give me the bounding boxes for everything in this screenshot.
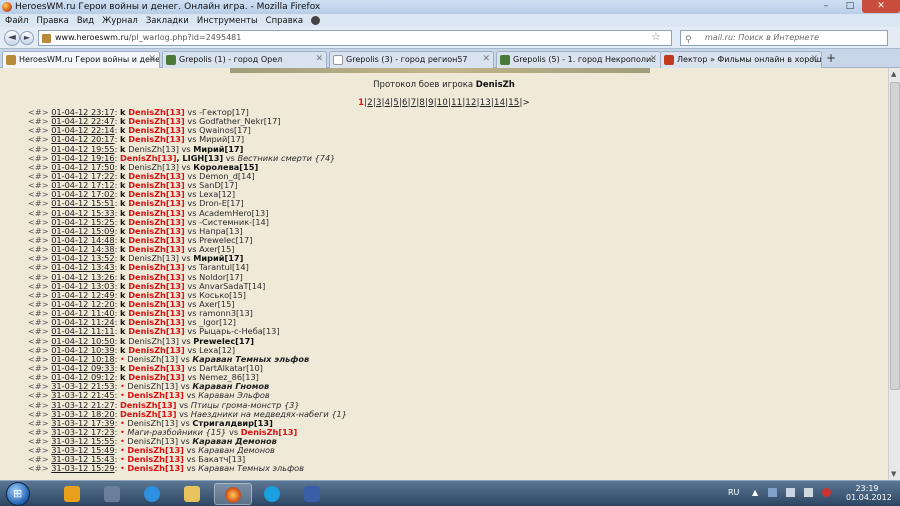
clock-time: 23:19 xyxy=(855,484,879,493)
windows-taskbar: ⊞ RU ▲ 23:19 01.04.2012 xyxy=(0,480,900,506)
close-window-button[interactable]: ✕ xyxy=(862,0,900,13)
folder-icon xyxy=(184,486,200,502)
start-button[interactable]: ⊞ xyxy=(6,482,30,506)
monster-name: Караван Темных эльфов xyxy=(198,463,304,474)
menu-view[interactable]: Вид xyxy=(77,16,94,26)
taskbar-media-player[interactable] xyxy=(54,483,92,505)
menu-help[interactable]: Справка xyxy=(266,16,303,26)
search-placeholder: mail.ru: Поиск в Интернете xyxy=(705,33,820,42)
tab-close-icon[interactable]: ✕ xyxy=(810,52,818,67)
window-titlebar: HeroesWM.ru Герои войны и денег. Онлайн … xyxy=(0,0,900,14)
menu-history[interactable]: Журнал xyxy=(102,16,138,26)
log-row: <#> 31-03-12 15:29: • DenisZh[13] vs Кар… xyxy=(28,463,304,474)
tab-close-icon[interactable]: ✕ xyxy=(148,52,156,67)
battle-date-link[interactable]: 31-03-12 15:29 xyxy=(51,463,114,473)
tab-grepolis-3[interactable]: Grepolis (3) - город регион57 ✕ xyxy=(329,51,494,68)
log-row-prefix[interactable]: <#> xyxy=(28,463,49,473)
tab-close-icon[interactable]: ✕ xyxy=(315,52,323,67)
tab-close-icon[interactable]: ✕ xyxy=(649,52,657,67)
page-link[interactable]: 15 xyxy=(508,98,519,108)
forward-button[interactable]: ► xyxy=(20,31,34,45)
battle-log: <#> 01-04-12 23:17: k DenisZh[13] vs -Ге… xyxy=(28,107,888,474)
navigation-bar: ◄ ► www.heroeswm.ru/pl_warlog.php?id=249… xyxy=(0,27,900,49)
ie-icon xyxy=(144,486,160,502)
windows-logo-icon: ⊞ xyxy=(13,487,23,500)
tab-label: Лектор » Фильмы онлайн в хорошe... xyxy=(677,55,822,64)
vertical-scrollbar[interactable]: ▲ ▼ xyxy=(888,68,900,480)
minimize-button[interactable]: – xyxy=(814,0,838,13)
search-icon: ⚲ xyxy=(685,35,692,45)
url-host: www.heroeswm.ru xyxy=(55,33,129,42)
back-button[interactable]: ◄ xyxy=(4,30,20,46)
tab-label: Grepolis (3) - город регион57 xyxy=(346,55,468,64)
skype-icon xyxy=(264,486,280,502)
tab-lektor[interactable]: Лектор » Фильмы онлайн в хорошe... ✕ xyxy=(660,51,822,68)
tab-grepolis-5[interactable]: Grepolis (5) - 1. город Некрополис ✕ xyxy=(496,51,661,68)
firefox-icon xyxy=(225,487,241,503)
clock[interactable]: 23:19 01.04.2012 xyxy=(846,484,892,502)
url-path: /pl_warlog.php?id=2495481 xyxy=(128,33,242,42)
tray-expand-icon[interactable]: ▲ xyxy=(752,488,758,497)
new-tab-button[interactable]: + xyxy=(826,51,836,65)
scroll-up-icon[interactable]: ▲ xyxy=(891,70,896,78)
media-player-icon xyxy=(64,486,80,502)
address-bar[interactable]: www.heroeswm.ru/pl_warlog.php?id=2495481 xyxy=(38,30,672,46)
taskbar-app-2[interactable] xyxy=(94,483,132,505)
page-title: Протокол боев игрока DenisZh xyxy=(0,80,888,90)
search-input[interactable]: ⚲ mail.ru: Поиск в Интернете xyxy=(680,30,888,46)
header-ornament xyxy=(230,68,650,73)
player-name: DenisZh xyxy=(475,80,515,90)
maximize-button[interactable]: □ xyxy=(838,0,862,13)
scroll-down-icon[interactable]: ▼ xyxy=(891,470,896,478)
opponent-text[interactable]: vs xyxy=(184,463,198,473)
player-name-red[interactable]: DenisZh[13] xyxy=(127,463,184,473)
grepolis-favicon-icon xyxy=(166,55,176,65)
page-link[interactable]: 14 xyxy=(494,98,505,108)
tab-close-icon[interactable]: ✕ xyxy=(482,52,490,67)
language-indicator[interactable]: RU xyxy=(728,488,739,497)
heroeswm-favicon-icon xyxy=(6,55,16,65)
app-icon xyxy=(104,486,120,502)
firefox-icon xyxy=(2,2,12,12)
alert-icon[interactable] xyxy=(822,488,831,497)
network-icon[interactable] xyxy=(786,488,795,497)
tab-label: Grepolis (5) - 1. город Некрополис xyxy=(513,55,656,64)
scrollbar-thumb[interactable] xyxy=(890,82,900,390)
grepolis-favicon-icon xyxy=(500,55,510,65)
taskbar-firefox[interactable] xyxy=(214,483,252,505)
taskbar-skype[interactable] xyxy=(254,483,292,505)
taskbar-explorer[interactable] xyxy=(174,483,212,505)
site-favicon-icon xyxy=(42,34,51,43)
clock-date: 01.04.2012 xyxy=(846,493,892,502)
app-icon xyxy=(304,486,320,502)
menu-tools[interactable]: Инструменты xyxy=(197,16,258,26)
volume-icon[interactable] xyxy=(804,488,813,497)
taskbar-app-7[interactable] xyxy=(294,483,332,505)
page-content: Протокол боев игрока DenisZh 1|2|3|4|5|6… xyxy=(0,68,888,480)
page-link[interactable]: 13 xyxy=(480,98,491,108)
menu-edit[interactable]: Правка xyxy=(36,16,68,26)
addon-icon[interactable] xyxy=(311,16,321,25)
page-link[interactable]: 11 xyxy=(451,98,462,108)
menu-bar: Файл Правка Вид Журнал Закладки Инструме… xyxy=(0,14,900,27)
page-next[interactable]: > xyxy=(523,98,530,108)
tab-grepolis-1[interactable]: Grepolis (1) - город Орел ✕ xyxy=(162,51,327,68)
taskbar-ie[interactable] xyxy=(134,483,172,505)
tab-label: Grepolis (1) - город Орел xyxy=(179,55,283,64)
window-title: HeroesWM.ru Герои войны и денег. Онлайн … xyxy=(15,2,321,12)
tray-icon[interactable] xyxy=(768,488,777,497)
menu-file[interactable]: Файл xyxy=(5,16,28,26)
page-link[interactable]: 10 xyxy=(437,98,448,108)
tab-bar: HeroesWM.ru Герои войны и денег. ... ✕ G… xyxy=(0,49,900,68)
page-link[interactable]: 12 xyxy=(465,98,476,108)
tab-heroeswm[interactable]: HeroesWM.ru Герои войны и денег. ... ✕ xyxy=(2,51,160,68)
tab-label: HeroesWM.ru Герои войны и денег. ... xyxy=(19,55,160,64)
blank-page-icon xyxy=(333,55,343,65)
lektor-favicon-icon xyxy=(664,55,674,65)
page-title-prefix: Протокол боев игрока xyxy=(373,80,474,90)
bookmark-star-icon[interactable]: ☆ xyxy=(651,30,661,43)
menu-bookmarks[interactable]: Закладки xyxy=(146,16,189,26)
